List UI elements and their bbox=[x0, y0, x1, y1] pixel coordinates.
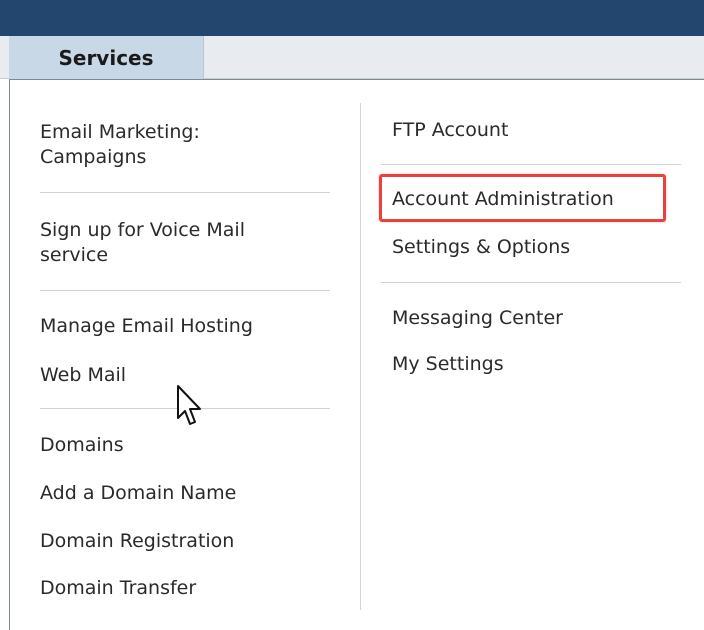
ftp-account-link[interactable]: FTP Account bbox=[392, 118, 508, 143]
messaging-center-link[interactable]: Messaging Center bbox=[392, 306, 563, 331]
settings-options-link[interactable]: Settings & Options bbox=[392, 235, 570, 260]
menu-separator bbox=[381, 282, 681, 283]
email-marketing-campaigns-link[interactable]: Email Marketing: Campaigns bbox=[40, 120, 200, 170]
highlight-annotation-box bbox=[379, 174, 666, 222]
add-domain-name-link[interactable]: Add a Domain Name bbox=[40, 481, 236, 506]
menu-separator bbox=[381, 164, 681, 165]
domain-registration-link[interactable]: Domain Registration bbox=[40, 529, 234, 554]
menu-separator bbox=[40, 290, 330, 291]
voice-mail-signup-link[interactable]: Sign up for Voice Mail service bbox=[40, 218, 245, 268]
web-mail-link[interactable]: Web Mail bbox=[40, 363, 126, 388]
my-settings-link[interactable]: My Settings bbox=[392, 352, 504, 377]
domain-transfer-link[interactable]: Domain Transfer bbox=[40, 576, 196, 601]
top-navigation-bar bbox=[0, 0, 704, 36]
tab-services[interactable]: Services bbox=[9, 36, 204, 79]
menu-separator bbox=[40, 192, 330, 193]
mouse-pointer-icon bbox=[177, 385, 201, 425]
domains-link[interactable]: Domains bbox=[40, 433, 124, 458]
manage-email-hosting-link[interactable]: Manage Email Hosting bbox=[40, 314, 253, 339]
column-divider bbox=[360, 103, 361, 610]
